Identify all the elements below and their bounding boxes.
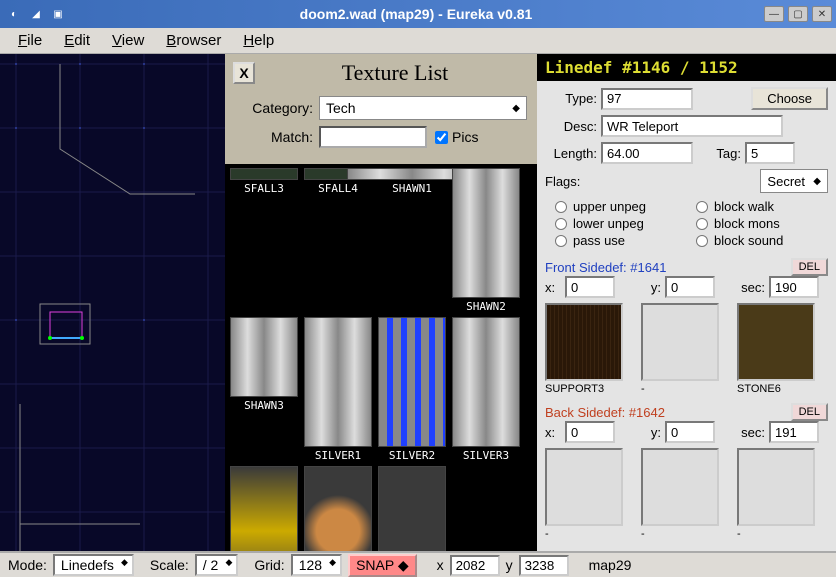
front-x-label: x: [545,280,561,295]
desc-label: Desc: [545,119,597,134]
front-tex-mid[interactable] [641,303,719,381]
texture-item[interactable]: SHAWN3 [229,317,299,462]
pin-icon[interactable]: ◢ [28,6,44,22]
tag-label: Tag: [711,146,741,161]
length-label: Length: [545,146,597,161]
flag-block-mons[interactable]: block mons [696,216,783,231]
back-y-label: y: [639,425,661,440]
front-del-button[interactable]: DEL [791,258,828,276]
menu-view[interactable]: View [102,30,154,51]
back-x-input[interactable] [565,421,615,443]
grid-select[interactable]: 128 [291,554,342,576]
length-input[interactable] [601,142,693,164]
mode-select[interactable]: Linedefs [53,554,134,576]
back-tex-mid[interactable] [641,448,719,526]
front-sec-label: sec: [733,280,765,295]
choose-button[interactable]: Choose [751,87,828,110]
shade-icon[interactable]: ▣ [50,6,66,22]
window-title: doom2.wad (map29) - Eureka v0.81 [72,6,760,22]
front-sec-input[interactable] [769,276,819,298]
back-y-input[interactable] [665,421,715,443]
desc-input[interactable] [601,115,783,137]
back-sec-input[interactable] [769,421,819,443]
back-del-button[interactable]: DEL [791,403,828,421]
flag-block-sound[interactable]: block sound [696,233,783,248]
front-y-input[interactable] [665,276,715,298]
type-label: Type: [545,91,597,106]
tag-input[interactable] [745,142,795,164]
menubar: File Edit View Browser Help [0,28,836,54]
map-canvas[interactable] [0,54,225,551]
flags-label: Flags: [545,174,580,189]
back-x-label: x: [545,425,561,440]
front-x-input[interactable] [565,276,615,298]
flag-pass-use[interactable]: pass use [555,233,646,248]
type-input[interactable] [601,88,693,110]
linedef-panel: Linedef #1146 / 1152 Type: Choose Desc: … [537,54,836,551]
texture-item[interactable]: SHAWN1 [377,168,447,313]
grid-label: Grid: [254,557,284,573]
scale-select[interactable]: / 2 [195,554,239,576]
snap-button[interactable]: SNAP ◆ [348,554,417,577]
front-tex-upper[interactable] [545,303,623,381]
flag-block-walk[interactable]: block walk [696,199,783,214]
texture-item[interactable]: SLADSKUL [303,466,373,551]
category-select[interactable]: Tech [319,96,527,120]
scale-label: Scale: [150,557,189,573]
x-input[interactable] [450,555,500,576]
menu-browser[interactable]: Browser [156,30,231,51]
texture-item[interactable]: SILVER3 [451,317,521,462]
back-tex-lower[interactable] [737,448,815,526]
texture-item[interactable]: SILVER2 [377,317,447,462]
maximize-button[interactable]: ▢ [788,6,808,22]
menu-edit[interactable]: Edit [54,30,100,51]
texture-close-button[interactable]: X [233,62,255,84]
flag-lower-unpeg[interactable]: lower unpeg [555,216,646,231]
texture-grid[interactable]: SFALL3 SFALL4 SHAWN1 SHAWN2 SHAWN3 SILVE… [225,164,537,551]
y-label: y [506,557,513,573]
back-tex-upper[interactable] [545,448,623,526]
texture-item[interactable]: SLADPOIS [229,466,299,551]
category-label: Category: [235,100,313,116]
match-input[interactable] [319,126,427,148]
linedef-title: Linedef #1146 / 1152 [537,54,836,81]
close-button[interactable]: ✕ [812,6,832,22]
statusbar: Mode: Linedefs Scale: / 2 Grid: 128 SNAP… [0,551,836,577]
front-y-label: y: [639,280,661,295]
y-input[interactable] [519,555,569,576]
texture-item[interactable]: SFALL3 [229,168,299,313]
map-name: map29 [589,557,632,573]
match-label: Match: [235,129,313,145]
flag-upper-unpeg[interactable]: upper unpeg [555,199,646,214]
texture-item[interactable]: SHAWN2 [451,168,521,313]
flags-select[interactable]: Secret [760,169,828,193]
texture-item[interactable]: SLADWALL [377,466,447,551]
minimize-button[interactable]: — [764,6,784,22]
texture-panel: X Texture List Category: Tech Match: Pic… [225,54,537,551]
app-icon[interactable]: ◐ [6,6,22,22]
front-sidedef-title: Front Sidedef: #1641 [545,260,666,275]
titlebar: ◐ ◢ ▣ doom2.wad (map29) - Eureka v0.81 —… [0,0,836,28]
back-sec-label: sec: [733,425,765,440]
back-sidedef-title: Back Sidedef: #1642 [545,405,665,420]
mode-label: Mode: [8,557,47,573]
texture-panel-title: Texture List [261,60,529,86]
texture-item[interactable]: SFALL4 [303,168,373,313]
texture-item[interactable]: SILVER1 [303,317,373,462]
pics-checkbox[interactable]: Pics [435,129,513,145]
menu-help[interactable]: Help [233,30,284,51]
x-label: x [437,557,444,573]
menu-file[interactable]: File [8,30,52,51]
front-tex-lower[interactable] [737,303,815,381]
